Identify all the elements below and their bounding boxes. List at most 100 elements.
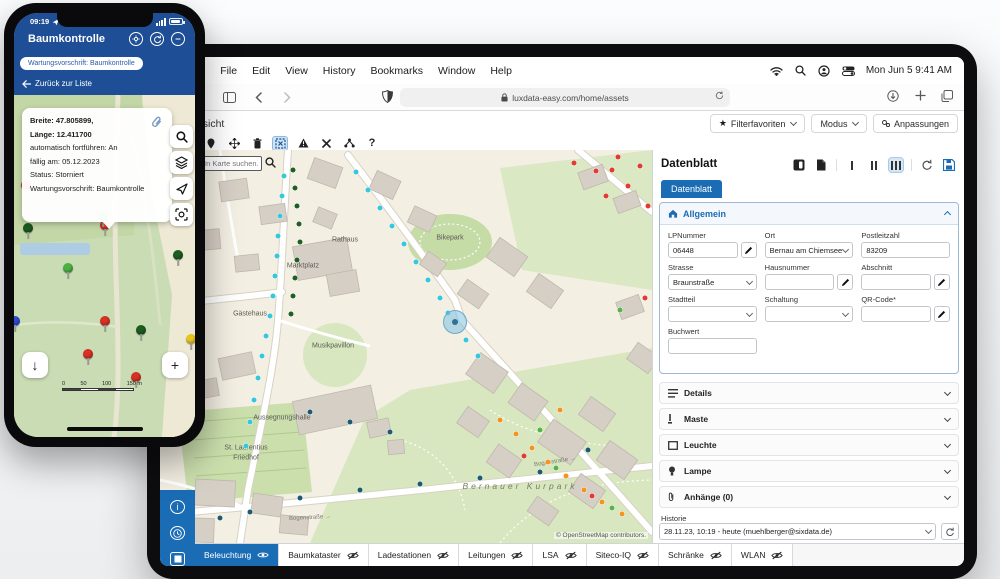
asset-dot[interactable] bbox=[604, 194, 609, 199]
layer-tab-lsa[interactable]: LSA bbox=[533, 544, 586, 566]
asset-dot[interactable] bbox=[390, 224, 395, 229]
asset-dot[interactable] bbox=[298, 496, 303, 501]
asset-dot[interactable] bbox=[643, 296, 648, 301]
phone-search-icon[interactable] bbox=[170, 125, 193, 148]
refresh-icon[interactable] bbox=[150, 32, 164, 46]
edit-pencil-icon[interactable] bbox=[934, 274, 950, 290]
menubar-item-edit[interactable]: Edit bbox=[252, 65, 270, 77]
delete-tool-icon[interactable] bbox=[250, 137, 264, 150]
asset-dot[interactable] bbox=[295, 258, 300, 263]
asset-dot[interactable] bbox=[554, 466, 559, 471]
asset-info-card[interactable]: Breite: 47.805899, Länge: 12.411700 auto… bbox=[22, 108, 172, 222]
hausnummer-input[interactable] bbox=[765, 274, 835, 290]
scan-icon[interactable] bbox=[170, 203, 193, 226]
asset-dot[interactable] bbox=[268, 314, 273, 319]
menubar-item-window[interactable]: Window bbox=[438, 65, 475, 77]
filterfavoriten-button[interactable]: ★ Filterfavoriten bbox=[710, 114, 806, 133]
tree-pin[interactable] bbox=[136, 325, 146, 335]
eye-off-icon[interactable] bbox=[565, 551, 577, 560]
datenblatt-tab[interactable]: Datenblatt bbox=[661, 180, 722, 198]
asset-dot[interactable] bbox=[616, 155, 621, 160]
one-column-layout-icon[interactable] bbox=[845, 158, 859, 172]
menubar-clock[interactable]: Mon Jun 5 9:41 AM bbox=[866, 65, 952, 76]
address-bar[interactable]: luxdata-easy.com/home/assets bbox=[400, 88, 730, 107]
asset-dot[interactable] bbox=[378, 206, 383, 211]
leuchte-section-header[interactable]: Leuchte bbox=[659, 434, 959, 456]
eye-off-icon[interactable] bbox=[347, 551, 359, 560]
asset-dot[interactable] bbox=[282, 174, 287, 179]
asset-dot[interactable] bbox=[271, 294, 276, 299]
document-icon[interactable] bbox=[814, 158, 828, 172]
control-center-icon[interactable] bbox=[842, 65, 855, 77]
asset-dot[interactable] bbox=[297, 222, 302, 227]
asset-dot[interactable] bbox=[256, 376, 261, 381]
menubar-item-file[interactable]: File bbox=[220, 65, 237, 77]
edit-pencil-icon[interactable] bbox=[741, 242, 757, 258]
download-icon[interactable] bbox=[886, 89, 900, 102]
abschnitt-input[interactable] bbox=[861, 274, 931, 290]
asset-dot[interactable] bbox=[618, 308, 623, 313]
eye-icon[interactable] bbox=[257, 551, 269, 559]
buchwert-input[interactable] bbox=[668, 338, 757, 354]
historie-undo-icon[interactable] bbox=[941, 523, 959, 540]
asset-dot[interactable] bbox=[610, 168, 615, 173]
anhaenge-section-header[interactable]: Anhänge (0) bbox=[659, 486, 959, 508]
map-search-icon[interactable] bbox=[265, 157, 276, 171]
menubar-item-bookmarks[interactable]: Bookmarks bbox=[370, 65, 423, 77]
edit-pencil-icon[interactable] bbox=[837, 274, 853, 290]
asset-dot[interactable] bbox=[530, 446, 535, 451]
tree-pin[interactable] bbox=[173, 250, 183, 260]
asset-dot[interactable] bbox=[298, 240, 303, 245]
asset-dot[interactable] bbox=[594, 169, 599, 174]
asset-dot[interactable] bbox=[273, 274, 278, 279]
tree-pin[interactable] bbox=[83, 349, 93, 359]
asset-dot[interactable] bbox=[538, 428, 543, 433]
asset-dot[interactable] bbox=[348, 420, 353, 425]
qrcode-input[interactable] bbox=[861, 306, 931, 322]
asset-dot[interactable] bbox=[358, 488, 363, 493]
dock-panel-icon[interactable] bbox=[792, 158, 806, 172]
asset-dot[interactable] bbox=[402, 242, 407, 247]
anpassungen-button[interactable]: Anpassungen bbox=[873, 114, 958, 133]
layer-tab-baumkataster[interactable]: Baumkataster bbox=[279, 544, 368, 566]
map-canvas[interactable]: RathausMarktplatzGästehausBikeparkMusikp… bbox=[160, 150, 652, 543]
details-section-header[interactable]: Details bbox=[659, 382, 959, 404]
layer-tab-beleuchtung[interactable]: Beleuchtung bbox=[195, 544, 279, 566]
asset-dot[interactable] bbox=[610, 506, 615, 511]
back-to-list-link[interactable]: Zurück zur Liste bbox=[22, 79, 92, 88]
privacy-shield-icon[interactable] bbox=[382, 90, 393, 108]
circle-minus-icon[interactable] bbox=[171, 32, 185, 46]
user-icon[interactable] bbox=[818, 65, 831, 77]
asset-dot[interactable] bbox=[244, 444, 249, 449]
layers-icon[interactable] bbox=[170, 151, 193, 174]
asset-dot[interactable] bbox=[248, 420, 253, 425]
asset-dot[interactable] bbox=[438, 296, 443, 301]
phone-map[interactable]: Breite: 47.805899, Länge: 12.411700 auto… bbox=[14, 95, 195, 437]
forward-icon[interactable] bbox=[280, 91, 294, 104]
asset-dot[interactable] bbox=[275, 254, 280, 259]
history-clock-icon[interactable] bbox=[170, 526, 185, 540]
stadtteil-select[interactable] bbox=[668, 306, 757, 322]
asset-dot[interactable] bbox=[638, 164, 643, 169]
layer-tab-wlan[interactable]: WLAN bbox=[732, 544, 794, 566]
marker-tool-icon[interactable] bbox=[204, 137, 218, 150]
asset-dot[interactable] bbox=[276, 234, 281, 239]
maste-section-header[interactable]: Maste bbox=[659, 408, 959, 430]
historie-select[interactable]: 28.11.23, 10:19 - heute (muehlberger@six… bbox=[659, 523, 936, 540]
collapse-down-button[interactable]: ↓ bbox=[22, 352, 48, 378]
asset-dot[interactable] bbox=[646, 204, 651, 209]
asset-dot[interactable] bbox=[248, 510, 253, 515]
asset-dot[interactable] bbox=[626, 184, 631, 189]
close-tool-icon[interactable] bbox=[319, 137, 333, 150]
layer-tab-leitungen[interactable]: Leitungen bbox=[459, 544, 533, 566]
extent-tool-icon[interactable] bbox=[273, 137, 287, 150]
home-indicator[interactable] bbox=[67, 427, 143, 431]
move-tool-icon[interactable] bbox=[227, 137, 241, 150]
lpnummer-input[interactable]: 06448 bbox=[668, 242, 738, 258]
two-column-layout-icon[interactable] bbox=[867, 158, 881, 172]
asset-dot[interactable] bbox=[293, 276, 298, 281]
asset-dot[interactable] bbox=[414, 260, 419, 265]
lampe-section-header[interactable]: Lampe bbox=[659, 460, 959, 482]
new-tab-icon[interactable] bbox=[913, 89, 927, 102]
warning-tool-icon[interactable] bbox=[296, 137, 310, 150]
